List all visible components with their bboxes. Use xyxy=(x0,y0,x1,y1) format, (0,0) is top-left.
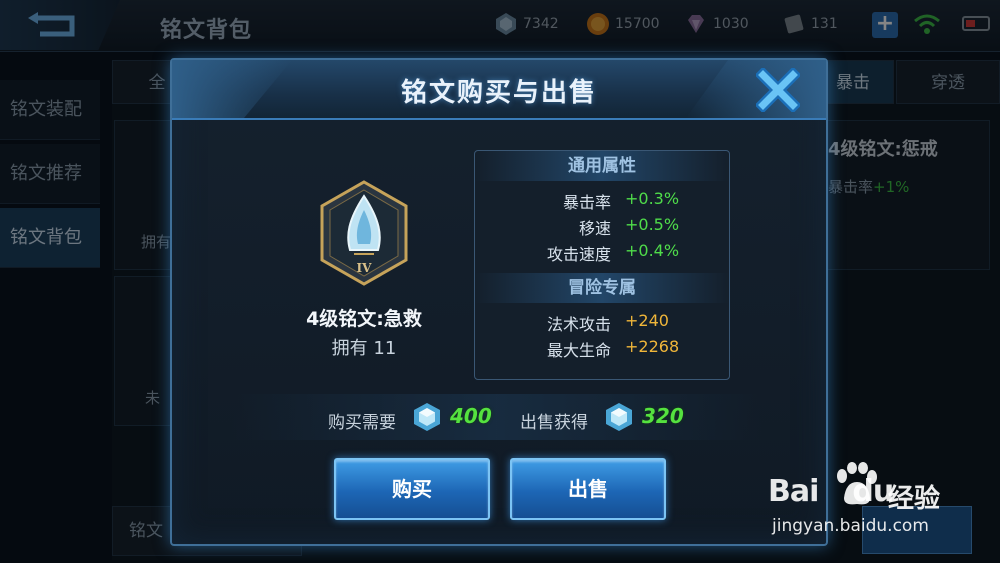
watermark-url: jingyan.baidu.com xyxy=(772,516,929,536)
attribute-name: 最大生命 xyxy=(546,341,611,360)
attribute-value: +2268 xyxy=(625,337,680,356)
attribute-row: 攻击速度 +0.4% xyxy=(475,241,729,267)
attribute-name: 移速 xyxy=(578,219,611,238)
crystal-currency-icon xyxy=(414,403,440,431)
sell-price-value: 320 xyxy=(642,404,684,428)
attribute-row: 移速 +0.5% xyxy=(475,215,729,241)
dialog-title: 铭文购买与出售 xyxy=(400,78,597,108)
buy-button[interactable]: 购买 xyxy=(334,458,490,520)
attribute-name: 攻击速度 xyxy=(546,245,611,264)
attribute-name: 法术攻击 xyxy=(546,315,611,334)
attribute-name: 暴击率 xyxy=(562,193,611,212)
dialog-header: 铭文购买与出售 xyxy=(172,60,826,120)
attribute-row: 最大生命 +2268 xyxy=(475,337,729,363)
logo-text: Bai xyxy=(768,474,819,509)
attribute-value: +0.3% xyxy=(625,189,680,208)
attribute-value: +0.4% xyxy=(625,241,680,260)
close-icon[interactable] xyxy=(756,68,800,112)
attribute-row: 法术攻击 +240 xyxy=(475,311,729,337)
buy-price-value: 400 xyxy=(450,404,492,428)
rune-tier-label: IV xyxy=(357,261,373,275)
watermark-cn: 经验 xyxy=(888,484,941,514)
sell-button[interactable]: 出售 xyxy=(510,458,666,520)
baidu-jingyan-watermark: Bai du 经验 jingyan.baidu.com xyxy=(768,462,998,542)
rune-emblem-icon: IV xyxy=(320,180,408,286)
crystal-currency-icon xyxy=(606,403,632,431)
general-attributes-title: 通用属性 xyxy=(475,151,729,181)
buy-price-label: 购买需要 xyxy=(328,413,396,433)
adventure-attributes-title: 冒险专属 xyxy=(475,273,729,303)
baidu-paw-icon xyxy=(837,462,877,505)
rune-owned-count: 拥有 11 xyxy=(331,338,397,359)
attribute-panel: 通用属性 暴击率 +0.3% 移速 +0.5% 攻击速度 +0.4% 冒险专属 … xyxy=(474,150,730,380)
attribute-value: +0.5% xyxy=(625,215,680,234)
rune-name: 4级铭文:急救 xyxy=(306,308,422,330)
rune-trade-dialog: 铭文购买与出售 IV 4级铭文:急救 拥有 11 通用属性 暴击率 +0.3% … xyxy=(170,58,828,546)
sell-price-label: 出售获得 xyxy=(520,413,588,433)
attribute-row: 暴击率 +0.3% xyxy=(475,189,729,215)
attribute-value: +240 xyxy=(625,311,669,330)
